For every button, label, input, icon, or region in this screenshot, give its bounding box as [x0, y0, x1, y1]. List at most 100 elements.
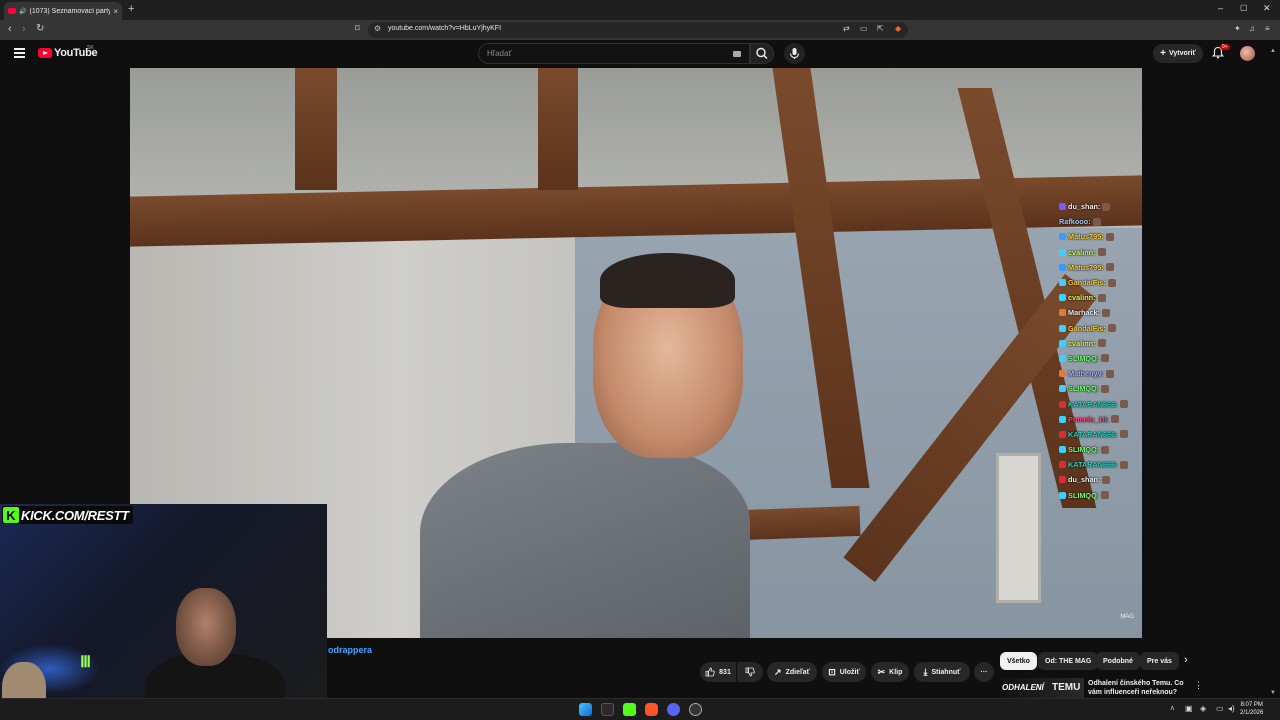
dislike-button[interactable]: [737, 662, 763, 682]
download-button[interactable]: ⤓ Stiahnuť: [914, 662, 970, 682]
save-button[interactable]: ⊡ Uložiť: [822, 662, 866, 682]
chat-badge-icon: [1059, 446, 1066, 454]
video-scene-beam: [295, 68, 337, 190]
share-icon: ↗: [774, 666, 782, 677]
chat-message: cvalinn:: [1059, 290, 1149, 305]
discord-icon[interactable]: [667, 703, 680, 716]
extensions-icon[interactable]: ✦: [1234, 24, 1241, 33]
chat-badge-icon: [1059, 233, 1066, 241]
tray-app-icon[interactable]: ◈: [1200, 704, 1206, 713]
like-button[interactable]: 831: [700, 662, 736, 682]
menu-icon[interactable]: [14, 48, 25, 58]
obs-icon[interactable]: [689, 703, 702, 716]
recommendation-thumbnail[interactable]: ODHALENÍ TEMU: [1000, 678, 1084, 698]
task-view-icon[interactable]: [601, 703, 614, 716]
search-button[interactable]: [750, 43, 774, 64]
brave-browser-icon[interactable]: [645, 703, 658, 716]
video-scene-person-hoodie: [420, 443, 750, 638]
more-actions-button[interactable]: ···: [974, 662, 994, 682]
translate-icon[interactable]: ⇄: [843, 24, 850, 33]
chat-badge-icon: [1059, 309, 1066, 317]
chat-message: Pomelo_18:: [1059, 412, 1149, 427]
chat-badge-icon: [1059, 339, 1066, 347]
chat-username: cvalinn:: [1068, 247, 1096, 257]
chevron-right-icon[interactable]: ›: [1184, 654, 1188, 666]
keyboard-icon[interactable]: [733, 51, 741, 57]
save-playlist-icon: ⊡: [828, 666, 836, 677]
chat-badge-icon: [1059, 461, 1066, 469]
webcam-streamer-face: [176, 588, 236, 666]
clip-button[interactable]: ✂ Klip: [871, 662, 909, 682]
browser-menu-icon[interactable]: ≡: [1265, 24, 1270, 33]
video-scene-person-hair: [600, 253, 735, 308]
stream-chat-overlay: du_shan: Rafkooo: Matus795: cvalinn: Matus79…: [1059, 199, 1149, 503]
chat-emote-icon: [1102, 475, 1111, 484]
description-link[interactable]: odrappera: [328, 645, 372, 655]
save-label: Uložiť: [839, 668, 860, 676]
media-icon[interactable]: ♫: [1249, 24, 1255, 33]
maximize-button[interactable]: ▢: [1240, 3, 1248, 12]
more-vertical-icon[interactable]: ⋮: [1194, 680, 1203, 691]
chat-badge-icon: [1059, 415, 1066, 423]
site-info-icon[interactable]: ⚙: [374, 24, 381, 33]
network-icon[interactable]: ▭: [1216, 704, 1224, 713]
search-input[interactable]: Hľadať: [478, 43, 750, 64]
tray-chevron-icon[interactable]: ˄: [1170, 704, 1175, 713]
recommendation-title[interactable]: Odhalení čínského Temu. Co vám influence…: [1088, 679, 1188, 697]
chip-for-you[interactable]: Pre vás: [1140, 652, 1179, 670]
chat-message: cvalinn:: [1059, 245, 1149, 260]
youtube-header: YouTube SK Hľadať + Vytvoriť 9+: [0, 40, 1280, 68]
bookmark-icon[interactable]: ⌑: [355, 23, 360, 34]
speaker-icon[interactable]: 🔊: [19, 8, 26, 15]
scroll-down-icon[interactable]: ▼: [1270, 690, 1276, 696]
plus-icon: +: [1160, 48, 1166, 59]
chat-username: du_shan:: [1068, 475, 1101, 485]
cast-icon[interactable]: ▭: [860, 24, 868, 33]
chat-username: Matus795:: [1068, 232, 1104, 242]
share-button[interactable]: ↗ Zdieľať: [767, 662, 817, 682]
chip-related[interactable]: Podobné: [1096, 652, 1140, 670]
create-button[interactable]: + Vytvoriť: [1153, 44, 1203, 63]
browser-tab-active[interactable]: 🔊 (1073) Seznamovací party s... ×: [4, 2, 122, 20]
chat-message: cvalinn:: [1059, 336, 1149, 351]
voice-search-button[interactable]: [784, 43, 805, 64]
video-scene-door: [996, 453, 1041, 603]
close-window-button[interactable]: ✕: [1263, 3, 1271, 14]
brave-shield-icon[interactable]: ◆: [895, 24, 901, 33]
avatar[interactable]: [1240, 46, 1255, 61]
forward-icon[interactable]: ›: [22, 23, 26, 35]
chat-emote-icon: [1102, 308, 1111, 317]
thumbs-down-icon: [745, 667, 755, 677]
start-menu-icon[interactable]: [579, 703, 592, 716]
chip-from-channel[interactable]: Od: THE MAG: [1038, 652, 1099, 670]
share-page-icon[interactable]: ⇱: [877, 24, 884, 33]
tray-app-icon[interactable]: ▣: [1185, 704, 1193, 713]
back-icon[interactable]: ‹: [8, 23, 12, 35]
chat-badge-icon: [1059, 385, 1066, 393]
scroll-up-icon[interactable]: ▲: [1270, 48, 1276, 54]
volume-icon[interactable]: ◂): [1228, 704, 1235, 713]
chat-emote-icon: [1106, 369, 1115, 378]
chat-message: KATARAN666:: [1059, 457, 1149, 472]
chat-username: GandalFis:: [1068, 278, 1106, 288]
chat-message: SLIMQQ:: [1059, 442, 1149, 457]
new-tab-button[interactable]: +: [128, 3, 134, 15]
chat-message: Mathenyy:: [1059, 366, 1149, 381]
minimize-button[interactable]: –: [1218, 3, 1223, 13]
chat-message: GandalFis:: [1059, 321, 1149, 336]
country-code: SK: [87, 45, 94, 51]
url-field[interactable]: ⚙ youtube.com/watch?v=HbLuYjhyKFI: [368, 22, 908, 38]
reload-icon[interactable]: ↻: [36, 23, 44, 34]
chat-emote-icon: [1105, 232, 1114, 241]
tab-close-icon[interactable]: ×: [113, 7, 118, 16]
system-clock[interactable]: 8:07 PM 2/1/2026: [1240, 701, 1263, 717]
kick-url-text: KICK.COM/RESTT: [21, 507, 129, 523]
kick-app-icon[interactable]: [623, 703, 636, 716]
chip-all[interactable]: Všetko: [1000, 652, 1037, 670]
youtube-logo-icon[interactable]: [38, 48, 52, 58]
chat-message: Rafkooo:: [1059, 214, 1149, 229]
clip-label: Klip: [889, 668, 903, 676]
page-scrollbar[interactable]: ▲ ▼: [1270, 48, 1276, 696]
chat-username: Matus795:: [1068, 262, 1104, 272]
chat-username: SLIMQQ:: [1068, 445, 1100, 455]
